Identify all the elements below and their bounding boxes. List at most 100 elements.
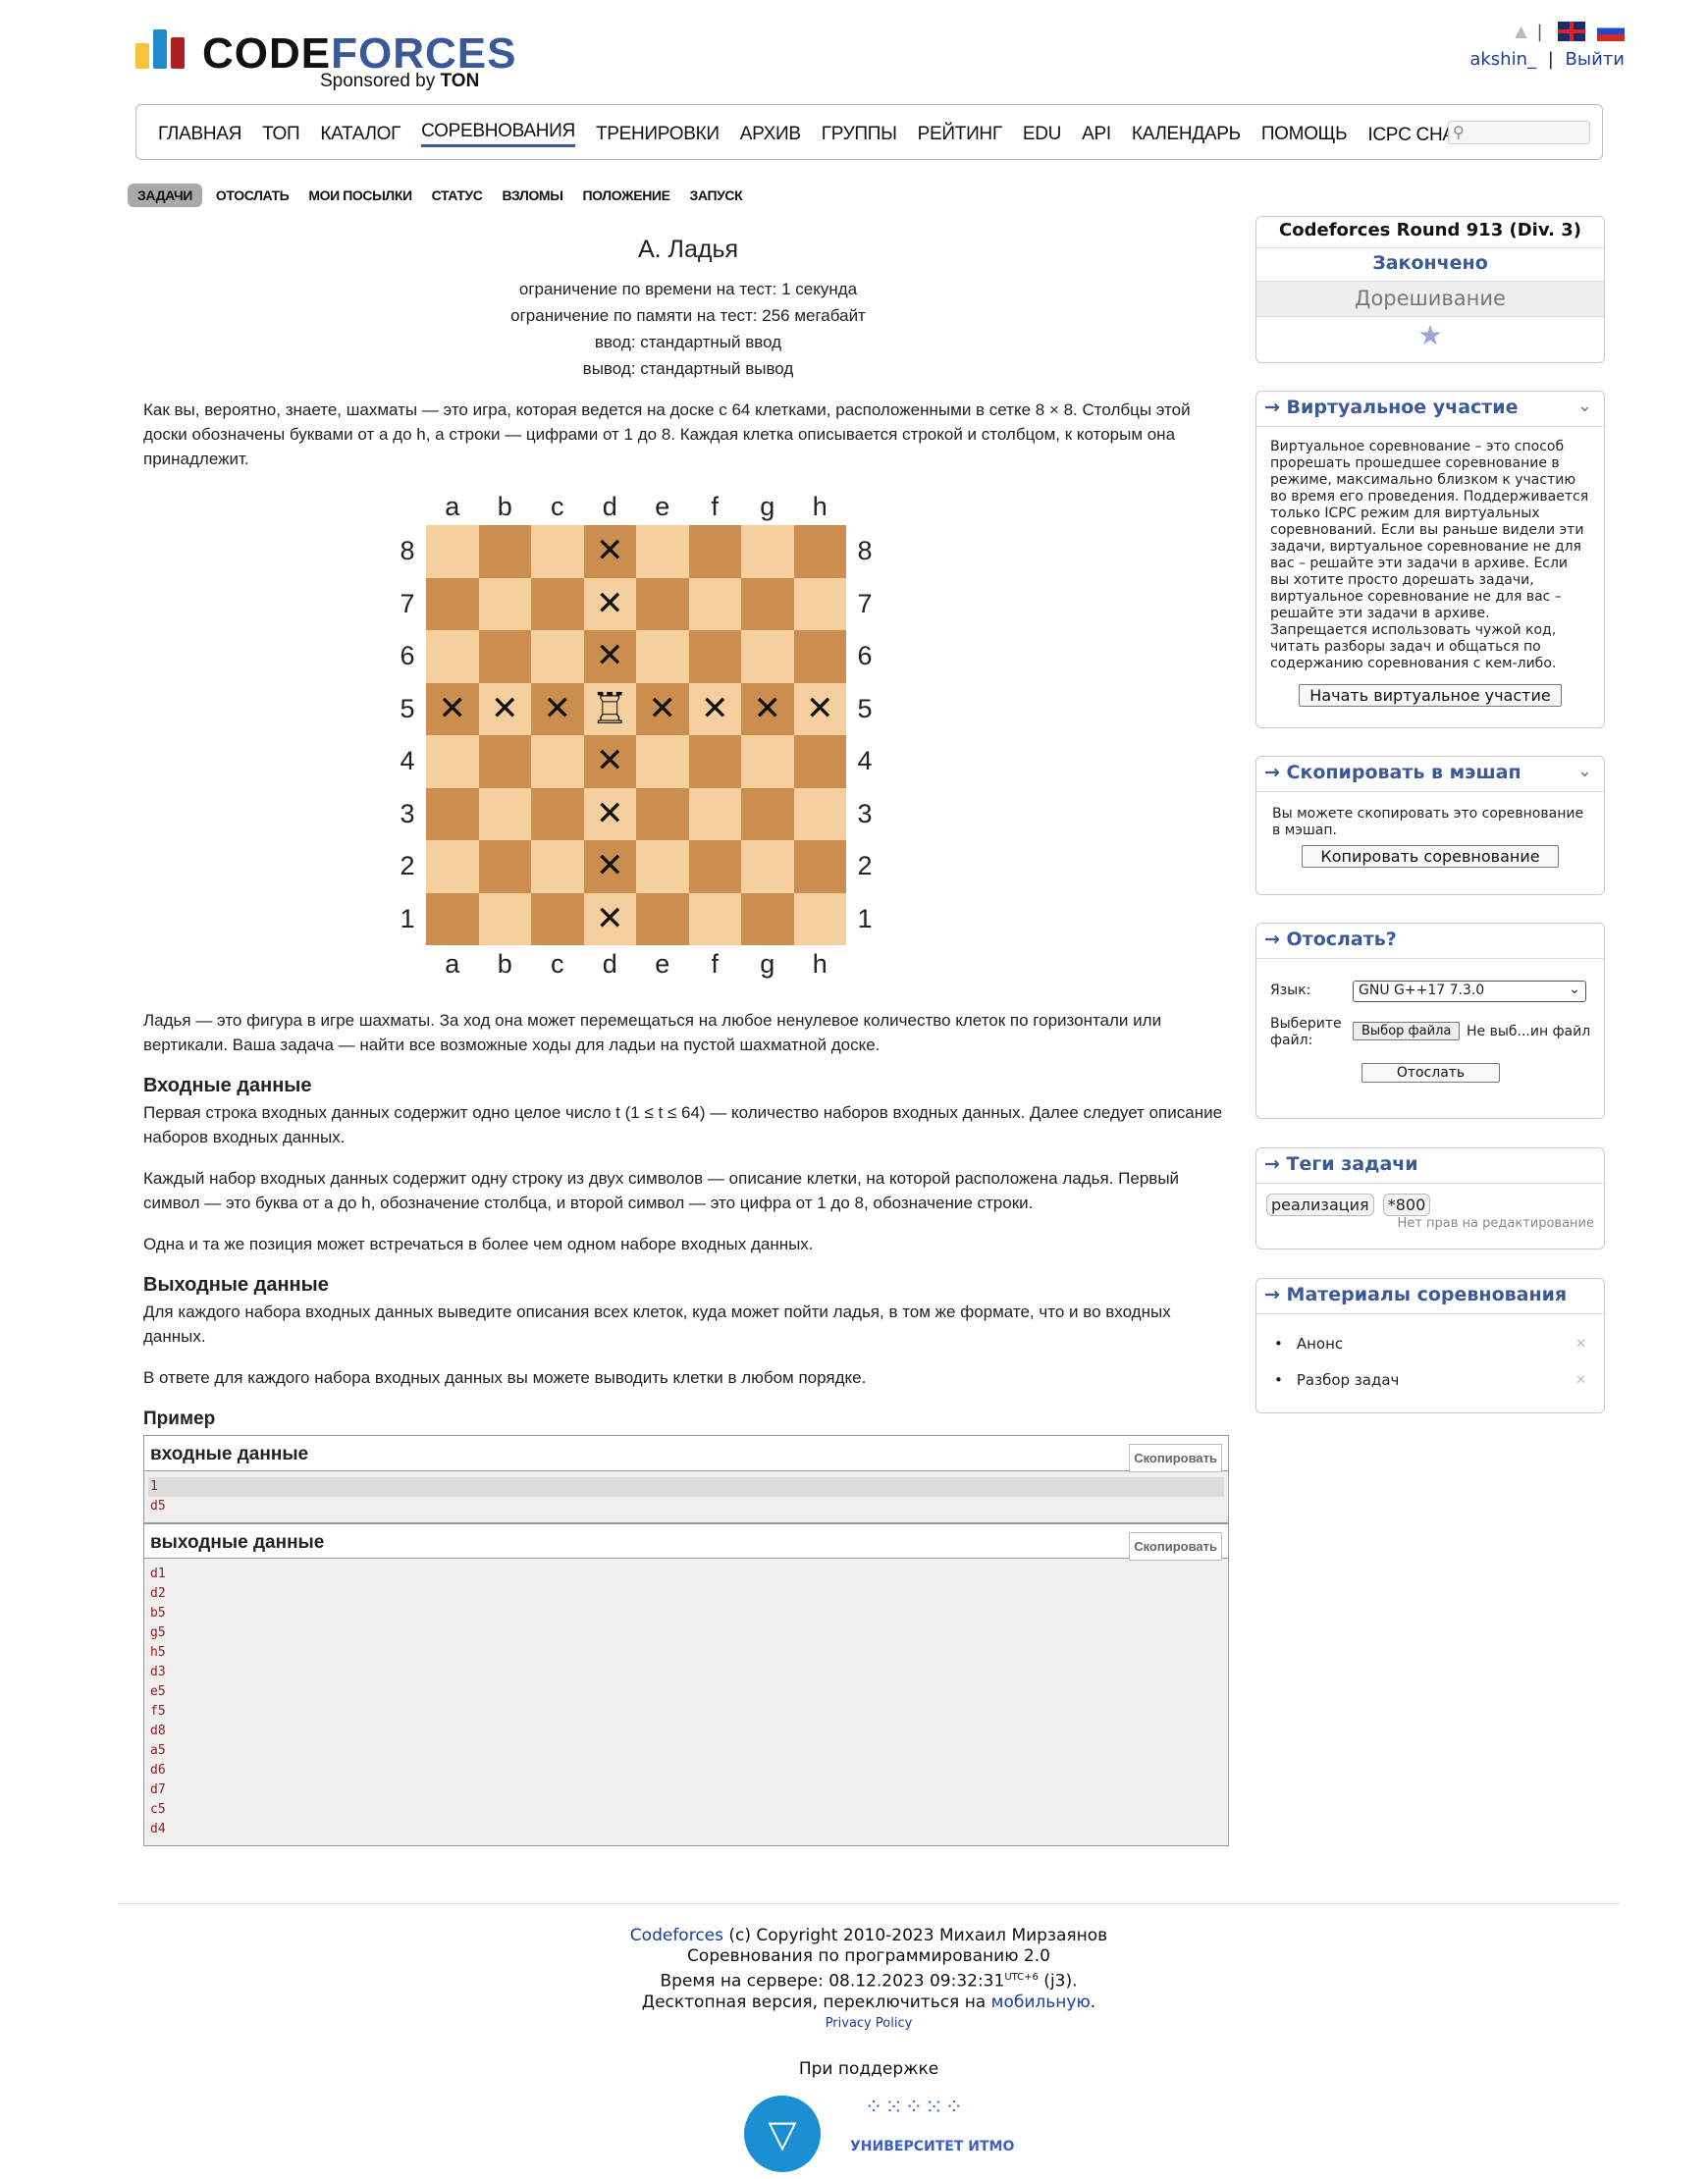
rook-move-mark: ✕	[793, 682, 846, 735]
menu-item-home[interactable]: ГЛАВНАЯ	[158, 120, 241, 145]
virtual-title: → Виртуальное участие	[1264, 397, 1519, 418]
rook-move-mark: ✕	[636, 682, 689, 735]
favourite-star-icon[interactable]: ★	[1256, 317, 1604, 360]
rank-label-left: 4	[400, 746, 415, 775]
material-editorial[interactable]: • Разбор задач ✕	[1274, 1362, 1586, 1399]
mashup-text: Вы можете скопировать это соревнование в…	[1272, 806, 1584, 838]
board-square	[793, 787, 846, 840]
rook-move-mark: ✕	[583, 840, 636, 893]
sample-output-pre[interactable]: d1 d2 b5 g5 h5 d3 e5 f5 d8 a5 d6 d7 c5 d4	[144, 1559, 1228, 1845]
chessboard: ✕ ✕ ✕ ✕ ✕ ✕ ♖ ✕ ✕ ✕ ✕ ✕ ✕ ✕ ✕	[426, 525, 846, 945]
itmo-logo-icon: ⁘⁙⁘⁙⁘	[864, 2095, 966, 2120]
board-square	[793, 892, 846, 945]
contest-materials-box: → Материалы соревнования • Анонс ✕ • Разбор…	[1255, 1278, 1605, 1413]
board-square	[478, 787, 531, 840]
menu-item-gym[interactable]: ТРЕНИРОВКИ	[596, 120, 720, 145]
sample-output-line: e5	[150, 1684, 166, 1699]
sample-output-line: d3	[150, 1665, 166, 1679]
file-label-top: f	[711, 492, 719, 521]
file-label-top: h	[812, 492, 827, 521]
board-square	[531, 787, 584, 840]
board-square	[793, 577, 846, 630]
copy-output-button[interactable]: Скопировать	[1129, 1532, 1222, 1561]
submenu-standings[interactable]: ПОЛОЖЕНИЕ	[583, 187, 670, 203]
material-announcement[interactable]: • Анонс ✕	[1274, 1326, 1586, 1362]
file-label-top: d	[602, 492, 617, 521]
submenu-status[interactable]: СТАТУС	[432, 187, 483, 203]
sample-input-pre[interactable]: 1 d5	[144, 1471, 1228, 1522]
menu-item-api[interactable]: API	[1082, 120, 1111, 145]
board-square	[688, 892, 741, 945]
submenu-my-submissions[interactable]: МОИ ПОСЫЛКИ	[308, 187, 412, 203]
submit-button[interactable]: Отослать	[1361, 1063, 1500, 1083]
close-icon: ✕	[1575, 1373, 1586, 1388]
sample-output-box: выходные данные Скопировать d1 d2 b5 g5 h5 d3…	[143, 1523, 1229, 1846]
chevron-down-icon[interactable]: ⌄	[1577, 761, 1592, 781]
rook-piece-icon: ♖	[583, 682, 636, 735]
itmo-logo-text[interactable]: УНИВЕРСИТЕТ ИТМО	[850, 2137, 1014, 2157]
logout-link[interactable]: Выйти	[1566, 49, 1625, 70]
board-square	[793, 735, 846, 788]
output-section-title: Выходные данные	[143, 1274, 329, 1296]
menu-item-calendar[interactable]: КАЛЕНДАРЬ	[1132, 120, 1241, 145]
sample-output-line: d6	[150, 1763, 166, 1778]
footer-codeforces-link[interactable]: Codeforces	[630, 1926, 723, 1945]
search-input[interactable]: ⚲	[1448, 121, 1590, 144]
file-label: Выберите файл:	[1270, 1016, 1342, 1048]
file-label-top: e	[655, 492, 670, 521]
menu-item-edu[interactable]: EDU	[1023, 120, 1062, 145]
file-label-bottom: h	[812, 949, 827, 979]
start-virtual-button[interactable]: Начать виртуальное участие	[1299, 684, 1562, 707]
tags-note: Нет прав на редактирование	[1397, 1216, 1594, 1231]
menu-item-rating[interactable]: РЕЙТИНГ	[918, 120, 1002, 145]
footer-server-time: Время на сервере: 08.12.2023 09:32:31UTC…	[660, 1971, 1078, 1992]
menu-item-archive[interactable]: АРХИВ	[740, 120, 801, 145]
sample-output-line: d4	[150, 1822, 166, 1836]
menu-item-groups[interactable]: ГРУППЫ	[822, 120, 897, 145]
board-square	[531, 735, 584, 788]
language-select[interactable]: GNU G++17 7.3.0 ⌄	[1353, 981, 1586, 1002]
time-limit: ограничение по времени на тест: 1 секунд…	[518, 280, 858, 298]
user-handle-link[interactable]: akshin_	[1469, 49, 1536, 70]
submenu-problems[interactable]: ЗАДАЧИ	[128, 184, 202, 207]
board-square	[741, 577, 794, 630]
rank-label-right: 3	[857, 798, 873, 828]
chevron-down-icon[interactable]: ⌄	[1577, 396, 1592, 416]
board-square	[426, 525, 479, 578]
file-label-bottom: f	[711, 949, 719, 979]
submenu-custom-invocation[interactable]: ЗАПУСК	[690, 187, 743, 203]
board-square	[478, 735, 531, 788]
tag-difficulty[interactable]: *800	[1382, 1194, 1431, 1216]
board-square	[636, 735, 689, 788]
codeforces-logo[interactable]: CODEFORCES Sponsored by TON	[133, 27, 515, 96]
board-square	[636, 525, 689, 578]
sample-input-title: входные данные	[150, 1444, 309, 1464]
submenu-submit[interactable]: ОТОСЛАТЬ	[216, 187, 290, 203]
tags-title: → Теги задачи	[1264, 1153, 1418, 1175]
menu-item-help[interactable]: ПОМОЩЬ	[1261, 120, 1348, 145]
russian-flag-icon[interactable]	[1597, 22, 1625, 41]
menu-item-contests[interactable]: СОРЕВНОВАНИЯ	[421, 117, 575, 147]
tag-implementation[interactable]: реализация	[1266, 1194, 1374, 1216]
input-spec: ввод: стандартный ввод	[594, 333, 782, 351]
board-square	[426, 892, 479, 945]
english-flag-icon[interactable]	[1558, 22, 1586, 41]
choose-file-button[interactable]: Выбор файла	[1353, 1022, 1461, 1040]
menu-item-top[interactable]: ТОП	[262, 120, 300, 145]
rook-move-mark: ✕	[583, 630, 636, 683]
contest-name-link[interactable]: Codeforces Round 913 (Div. 3)	[1279, 220, 1581, 240]
materials-title: → Материалы соревнования	[1264, 1284, 1568, 1305]
privacy-policy-link[interactable]: Privacy Policy	[826, 2016, 913, 2031]
submenu-hacks[interactable]: ВЗЛОМЫ	[502, 187, 562, 203]
board-square	[793, 840, 846, 893]
rook-move-mark: ✕	[583, 525, 636, 578]
notification-bell-icon[interactable]: ▲	[1512, 22, 1526, 41]
ton-logo-icon[interactable]: ▽	[744, 2095, 821, 2172]
copy-contest-button[interactable]: Копировать соревнование	[1302, 845, 1559, 868]
copy-to-mashup-box: → Скопировать в мэшап ⌄ Вы можете скопиро…	[1255, 756, 1605, 895]
menu-item-catalog[interactable]: КАТАЛОГ	[320, 120, 400, 145]
copy-input-button[interactable]: Скопировать	[1129, 1444, 1222, 1472]
rook-move-mark: ✕	[478, 682, 531, 735]
sample-output-title: выходные данные	[150, 1532, 325, 1553]
mobile-version-link[interactable]: мобильную	[991, 1993, 1091, 2012]
